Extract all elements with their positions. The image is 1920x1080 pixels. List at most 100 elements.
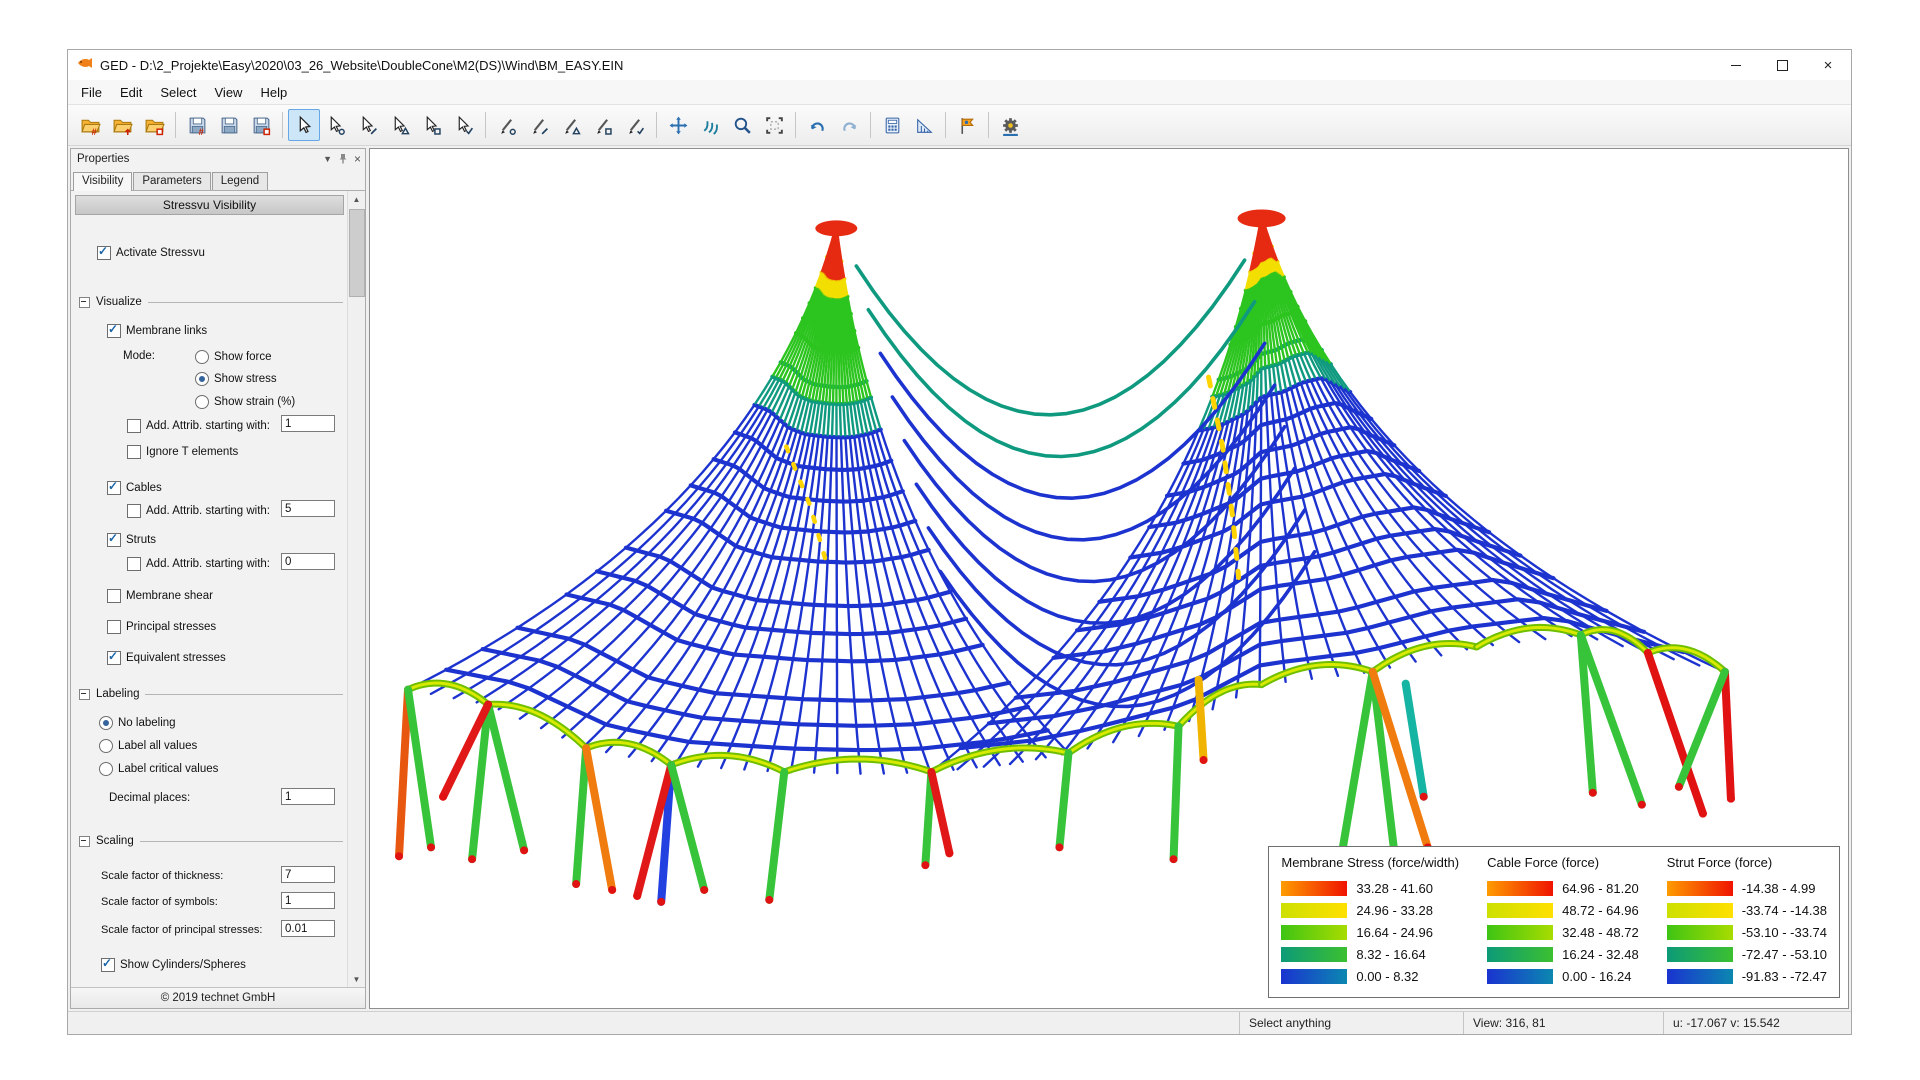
add-attrib-struts-checkbox[interactable]: Add. Attrib. starting with: [127,556,270,571]
close-button[interactable]: × [1805,50,1851,80]
select-quad-tool-button[interactable] [416,109,448,141]
label-all-values-radio[interactable]: Label all values [99,738,197,753]
struts-checkbox[interactable]: Struts [107,532,156,547]
select-triangle-tool-button[interactable] [384,109,416,141]
no-labeling-radio[interactable]: No labeling [99,715,176,730]
tab-legend[interactable]: Legend [212,172,268,190]
menu-bar: File Edit Select View Help [68,80,1851,105]
label-critical-values-radio[interactable]: Label critical values [99,761,218,776]
add-attrib-membrane-input[interactable] [281,415,335,432]
scaling-group-header[interactable]: Scaling [79,834,343,848]
membrane-links-checkbox[interactable]: Membrane links [107,323,207,338]
legend-value: 16.64 - 24.96 [1356,925,1433,940]
open-import-button[interactable] [106,109,138,141]
add-attrib-cables-input[interactable] [281,500,335,517]
show-strain-radio[interactable]: Show strain (%) [195,394,295,409]
checkbox-label: Struts [126,534,156,546]
draw-edge-tool-button[interactable] [523,109,555,141]
show-force-radio[interactable]: Show force [195,349,272,364]
3d-viewport[interactable]: Membrane Stress (force/width) 33.28 - 41… [369,148,1849,1009]
labeling-group-header[interactable]: Labeling [79,687,343,701]
save-button[interactable] [213,109,245,141]
menu-edit[interactable]: Edit [111,82,151,103]
maximize-button[interactable] [1759,50,1805,80]
minimize-button[interactable] [1713,50,1759,80]
menu-view[interactable]: View [206,82,252,103]
menu-select[interactable]: Select [151,82,205,103]
radio-label: No labeling [118,717,176,729]
flag-button[interactable] [951,109,983,141]
scroll-down-icon[interactable]: ▼ [348,971,365,987]
ignore-t-elements-checkbox[interactable]: Ignore T elements [127,444,238,459]
svg-text:#: # [91,126,97,135]
add-attrib-struts-input[interactable] [281,553,335,570]
draw-check-tool-button[interactable] [619,109,651,141]
panel-close-icon[interactable]: × [354,152,361,166]
add-attrib-membrane-checkbox[interactable]: Add. Attrib. starting with: [127,418,270,433]
tab-visibility[interactable]: Visibility [73,172,132,191]
draw-triangle-tool-button[interactable] [555,109,587,141]
legend-value: -91.83 - -72.47 [1742,969,1827,984]
legend-title: Membrane Stress (force/width) [1281,855,1459,870]
collapse-icon[interactable] [79,689,90,700]
zoom-tool-button[interactable] [726,109,758,141]
legend-swatch [1487,881,1553,896]
calculator-button[interactable] [876,109,908,141]
membrane-shear-checkbox[interactable]: Membrane shear [107,588,213,603]
show-cylinders-checkbox[interactable]: Show Cylinders/Spheres [101,957,246,972]
equivalent-stresses-checkbox[interactable]: Equivalent stresses [107,650,226,665]
save-geometry-button[interactable] [245,109,277,141]
pin-icon[interactable] [338,153,348,166]
scale-principal-input[interactable] [281,920,335,937]
measure-button[interactable] [908,109,940,141]
visualize-group-header[interactable]: Visualize [79,295,343,309]
undo-button[interactable] [801,109,833,141]
checkbox-label: Principal stresses [126,621,216,633]
collapse-icon[interactable] [79,297,90,308]
wind-tool-button[interactable] [694,109,726,141]
select-tool-button[interactable] [288,109,320,141]
scale-thickness-input[interactable] [281,866,335,883]
legend-value: 0.00 - 16.24 [1562,969,1631,984]
app-logo-icon [76,56,94,75]
legend-value: 48.72 - 64.96 [1562,903,1639,918]
tab-parameters[interactable]: Parameters [133,172,210,190]
menu-help[interactable]: Help [251,82,296,103]
redo-button[interactable] [833,109,865,141]
panel-menu-icon[interactable]: ▼ [323,154,332,164]
collapse-icon[interactable] [79,836,90,847]
legend-swatch [1487,903,1553,918]
checkbox-label: Membrane links [126,325,207,337]
svg-text:#: # [198,126,204,135]
open-geometry-button[interactable] [138,109,170,141]
scrollbar-thumb[interactable] [349,209,365,297]
add-attrib-cables-checkbox[interactable]: Add. Attrib. starting with: [127,503,270,518]
scale-symbols-input[interactable] [281,892,335,909]
move-tool-button[interactable] [662,109,694,141]
stressvu-visibility-header: Stressvu Visibility [75,195,344,215]
status-hint: Select anything [1239,1012,1463,1034]
legend-cable-column: Cable Force (force) 64.96 - 81.20 48.72 … [1487,855,1639,987]
select-check-tool-button[interactable] [448,109,480,141]
zoom-extents-button[interactable] [758,109,790,141]
principal-stresses-checkbox[interactable]: Principal stresses [107,619,216,634]
legend-swatch [1281,881,1347,896]
legend-value: 64.96 - 81.20 [1562,881,1639,896]
panel-scrollbar[interactable]: ▲ ▼ [347,191,365,987]
checkbox-label: Equivalent stresses [126,652,226,664]
draw-node-tool-button[interactable] [491,109,523,141]
open-mesh-button[interactable]: # [74,109,106,141]
select-node-tool-button[interactable] [320,109,352,141]
draw-quad-tool-button[interactable] [587,109,619,141]
select-edge-tool-button[interactable] [352,109,384,141]
cables-checkbox[interactable]: Cables [107,480,162,495]
show-stress-radio[interactable]: Show stress [195,371,277,386]
decimal-places-input[interactable] [281,788,335,805]
settings-button[interactable] [994,109,1026,141]
scroll-up-icon[interactable]: ▲ [348,191,365,207]
menu-file[interactable]: File [72,82,111,103]
checkbox-icon [107,324,121,338]
save-mesh-button[interactable]: # [181,109,213,141]
radio-label: Show stress [214,373,277,385]
activate-stressvu-checkbox[interactable]: Activate Stressvu [97,245,205,260]
